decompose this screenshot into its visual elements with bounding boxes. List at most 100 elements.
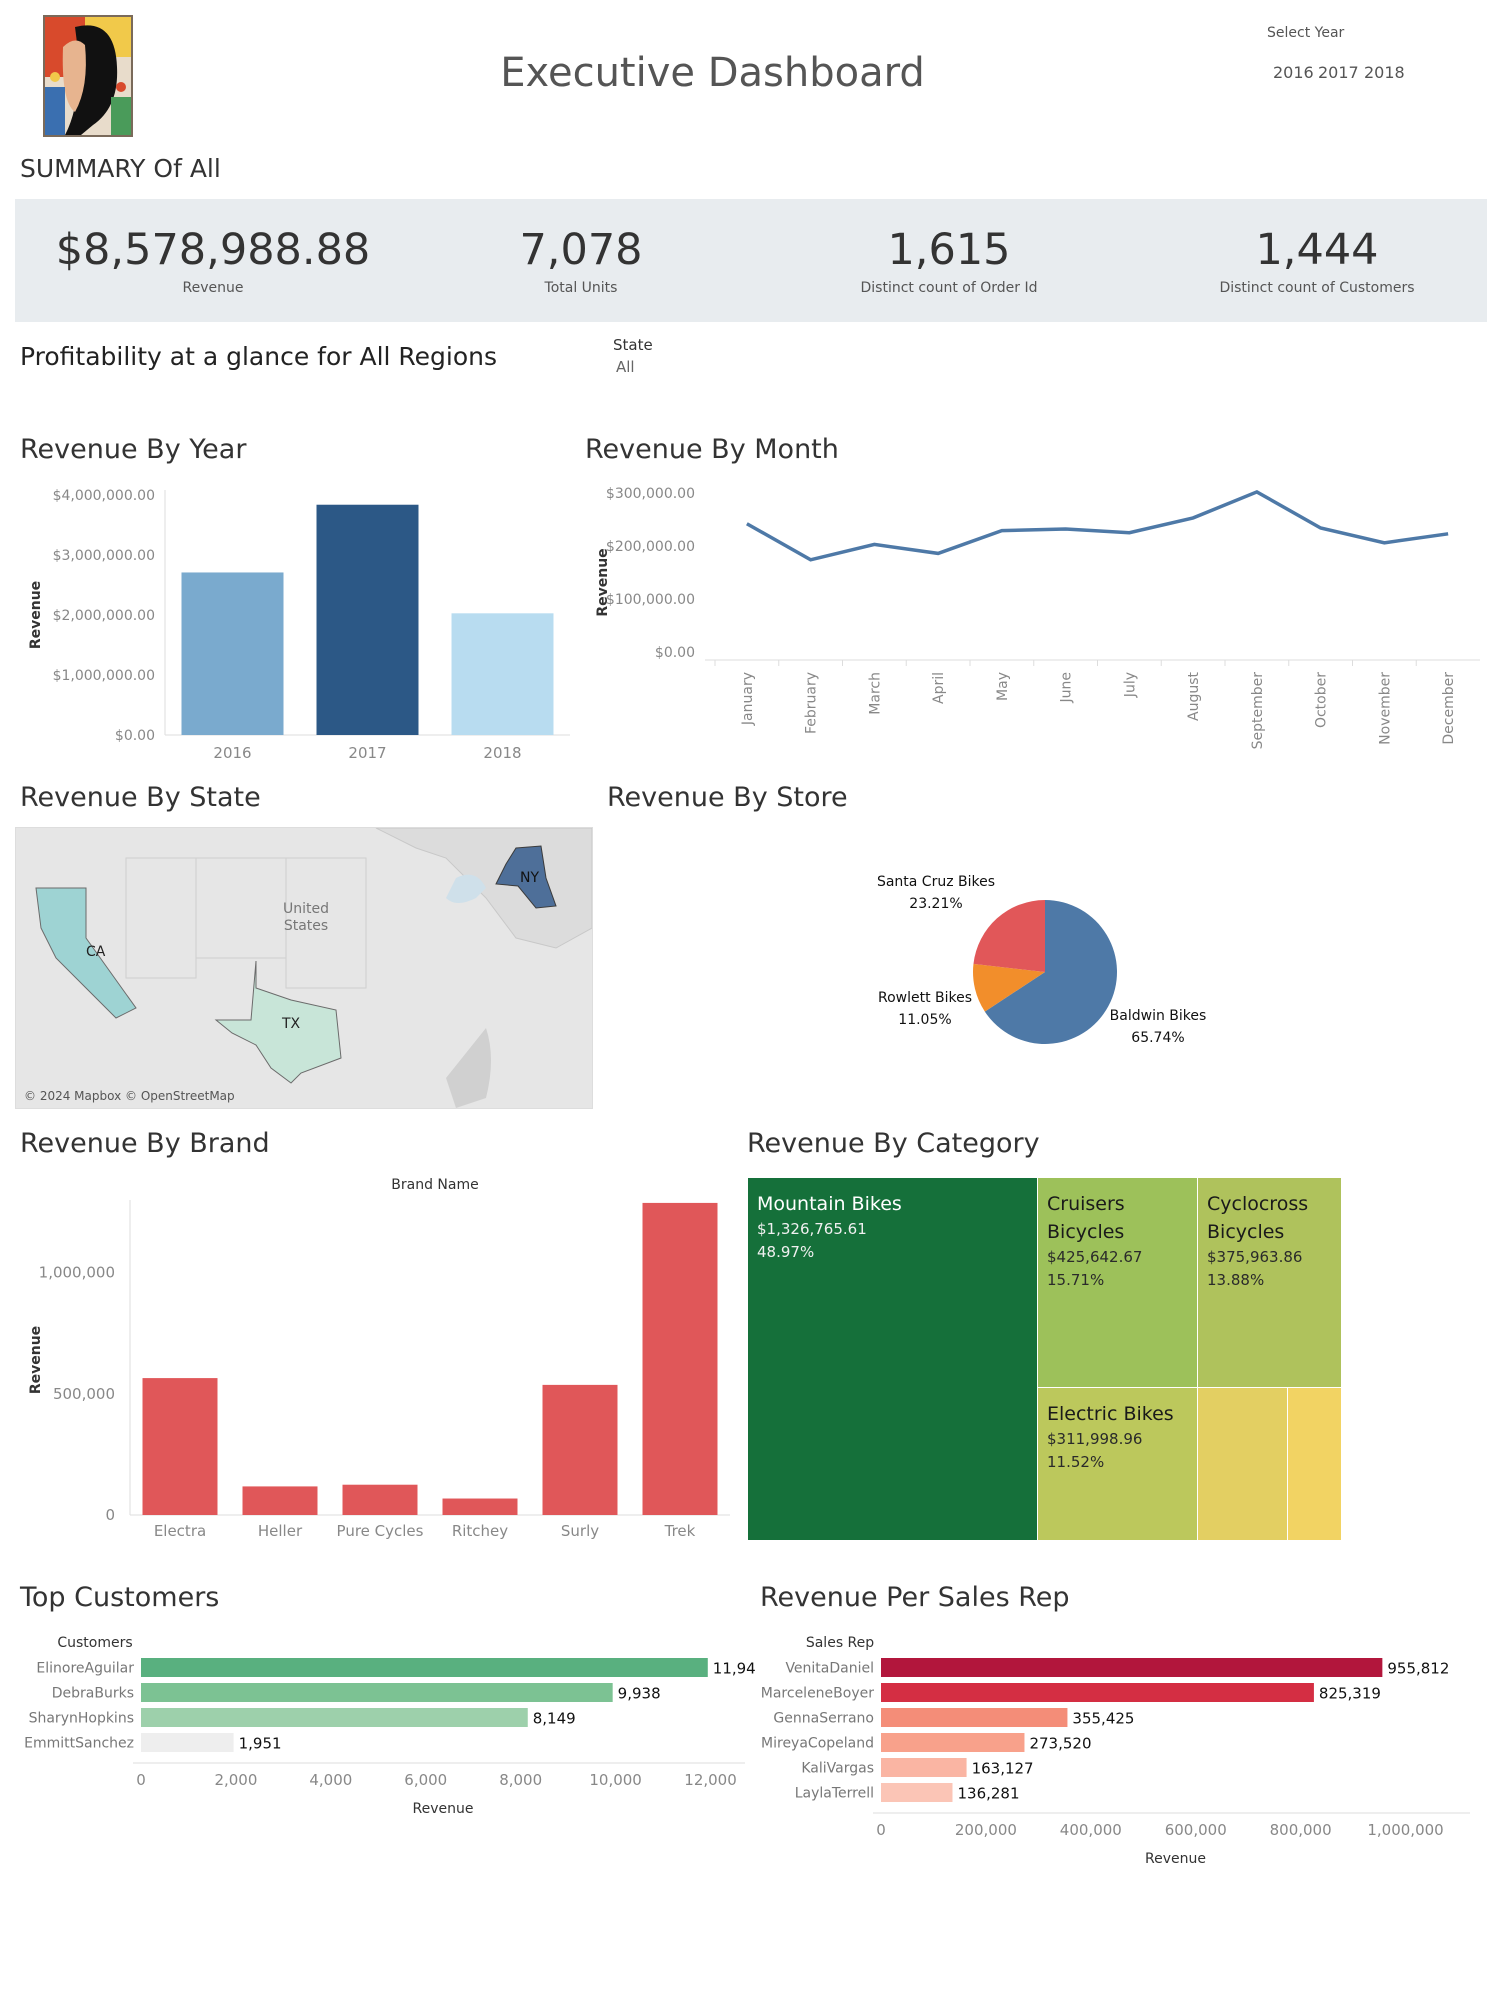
x-tick-label: August (1186, 671, 1202, 721)
category-label: DebraBurks (52, 1686, 134, 1702)
x-tick-label: Trek (664, 1522, 696, 1540)
x-tick-label: 200,000 (955, 1821, 1017, 1839)
bar (142, 1378, 218, 1515)
x-tick-label: January (740, 672, 756, 726)
top-customers-chart: CustomersElinoreAguilar11,942DebraBurks9… (24, 1635, 755, 1817)
x-tick-label: 10,000 (589, 1771, 642, 1789)
treemap-cell-value: $311,998.96 (1047, 1430, 1143, 1448)
revenue-by-state-title: Revenue By State (20, 782, 261, 813)
x-tick-label: June (1059, 672, 1075, 704)
x-tick-label: April (931, 672, 947, 704)
revenue-per-sales-rep-chart: Sales Rep VenitaDaniel 955,812 MarceleneBoy… (761, 1635, 1470, 1867)
y-tick-label: 0 (105, 1506, 115, 1524)
x-tick-label: 0 (136, 1771, 146, 1789)
category-label: GennaSerrano (773, 1711, 874, 1727)
map-label-ny: NY (520, 870, 539, 886)
bar (342, 1484, 418, 1515)
category-label: MireyaCopeland (761, 1736, 874, 1752)
pie-slice-percent: 65.74% (1131, 1030, 1184, 1046)
revenue-by-category-treemap: Mountain Bikes $1,326,765.61 48.97% Cruiser… (748, 1178, 1342, 1541)
y-tick-label: $100,000.00 (606, 592, 695, 608)
x-tick-label: 2017 (348, 744, 386, 762)
treemap-cell-percent: 13.88% (1207, 1271, 1265, 1289)
pie-slice-percent: 23.21% (909, 896, 962, 912)
x-tick-label: 0 (876, 1821, 886, 1839)
x-tick-label: 2,000 (214, 1771, 257, 1789)
bar-value-label: 955,812 (1387, 1660, 1449, 1678)
select-year-label: Select Year (1267, 25, 1345, 41)
bar (542, 1384, 618, 1515)
x-tick-label: 8,000 (499, 1771, 542, 1789)
kpi-revenue-label: Revenue (182, 280, 244, 296)
treemap-cell-percent: 11.52% (1047, 1453, 1105, 1471)
x-tick-label: Electra (154, 1522, 206, 1540)
treemap-cell-name: Cyclocross Bicycles (1207, 1193, 1309, 1243)
bar-header: Sales Rep (806, 1635, 874, 1651)
x-tick-label: 2016 (213, 744, 251, 762)
revenue-per-sales-rep-title: Revenue Per Sales Rep (760, 1582, 1070, 1613)
bar (881, 1658, 1383, 1677)
pie-slice-name: Santa Cruz Bikes (877, 874, 995, 890)
treemap-cell-name: Electric Bikes (1047, 1403, 1174, 1425)
y-axis-label: Revenue (28, 1326, 44, 1394)
year-filter-2016[interactable]: 2016 (1273, 63, 1314, 82)
bar (881, 1783, 953, 1802)
bar (442, 1498, 518, 1515)
page-title: Executive Dashboard (500, 50, 925, 96)
x-tick-label: 400,000 (1060, 1821, 1122, 1839)
pie-slice-percent: 11.05% (898, 1012, 951, 1028)
revenue-by-store-pie: Baldwin Bikes 65.74% Rowlett Bikes 11.05% Sa… (877, 874, 1207, 1046)
revenue-by-month-title: Revenue By Month (585, 434, 839, 465)
x-axis-label: Revenue (1145, 1851, 1206, 1867)
bar (141, 1683, 613, 1702)
map-country-label-line1: United (283, 901, 329, 917)
profitability-heading: Profitability at a glance for All Region… (20, 342, 498, 371)
bar (451, 613, 554, 735)
year-filter-2017[interactable]: 2017 (1318, 63, 1359, 82)
category-label: KaliVargas (801, 1761, 874, 1777)
x-tick-label: 800,000 (1270, 1821, 1332, 1839)
revenue-by-month-chart: Revenue$0.00$100,000.00$200,000.00$300,0… (595, 486, 1480, 750)
x-tick-label: 4,000 (309, 1771, 352, 1789)
x-tick-label: September (1250, 672, 1266, 750)
treemap-cell: Electric Bikes $311,998.96 11.52% (1038, 1388, 1197, 1540)
bar-value-label: 136,281 (957, 1785, 1019, 1803)
y-tick-label: $300,000.00 (606, 486, 695, 502)
x-tick-label: 12,000 (684, 1771, 737, 1789)
y-tick-label: $3,000,000.00 (53, 548, 155, 564)
kpi-orders-label: Distinct count of Order Id (860, 280, 1038, 296)
bar (141, 1733, 234, 1752)
category-label: VenitaDaniel (785, 1661, 874, 1677)
map-label-tx: TX (281, 1016, 301, 1032)
category-label: SharynHopkins (29, 1711, 134, 1727)
x-tick-label: Pure Cycles (337, 1522, 424, 1540)
bar (642, 1202, 718, 1515)
bar-value-label: 273,520 (1029, 1735, 1091, 1753)
x-tick-label: July (1122, 672, 1138, 698)
revenue-by-brand-chart: Brand Name Revenue 0 500,000 1,000,000 Electr… (28, 1177, 730, 1540)
treemap-cell-value: $1,326,765.61 (757, 1220, 867, 1238)
x-axis-label: Revenue (413, 1801, 474, 1817)
bar-header: Customers (57, 1635, 132, 1651)
kpi-units-label: Total Units (544, 280, 618, 296)
bar (881, 1758, 967, 1777)
state-filter-label: State (613, 336, 653, 354)
kpi-revenue-value: $8,578,988.88 (55, 225, 371, 275)
revenue-by-state-map[interactable]: United States CA TX NY © 2024 Mapbox © O… (15, 827, 593, 1109)
x-tick-label: November (1377, 672, 1393, 745)
bar (181, 572, 284, 735)
state-filter-dropdown[interactable]: All (616, 358, 635, 376)
pie-slice-name: Baldwin Bikes (1110, 1008, 1207, 1024)
x-tick-label: Ritchey (452, 1522, 508, 1540)
revenue-by-brand-title: Revenue By Brand (20, 1128, 270, 1159)
bar (881, 1708, 1068, 1727)
top-customers-title: Top Customers (20, 1582, 220, 1613)
year-filter-2018[interactable]: 2018 (1364, 63, 1405, 82)
summary-panel: $8,578,988.88 Revenue 7,078 Total Units … (15, 199, 1487, 322)
treemap-cell: Cruisers Bicycles $425,642.67 15.71% (1038, 1178, 1197, 1387)
x-tick-label: March (867, 672, 883, 715)
y-tick-label: $2,000,000.00 (53, 608, 155, 624)
treemap-cell-value: $425,642.67 (1047, 1248, 1143, 1266)
revenue-by-category-title: Revenue By Category (747, 1128, 1040, 1159)
treemap-cell-percent: 48.97% (757, 1243, 815, 1261)
